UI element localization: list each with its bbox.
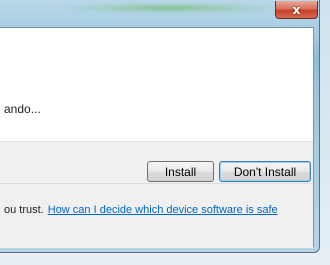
footer-note: ou trust. How can I decide which device s… bbox=[4, 204, 278, 216]
dialog-footer: ou trust. How can I decide which device s… bbox=[0, 183, 313, 248]
button-bar: Install Don't Install bbox=[0, 141, 313, 184]
titlebar-glass-highlight bbox=[60, 2, 280, 14]
help-link[interactable]: How can I decide which device software i… bbox=[48, 204, 278, 216]
message-area: ando... bbox=[0, 28, 313, 141]
close-button[interactable]: x bbox=[275, 1, 318, 19]
dialog-client-area: ando... Install Don't Install ou trust. H… bbox=[0, 27, 314, 248]
footer-text: ou trust. bbox=[4, 204, 44, 216]
desktop-background-bottom bbox=[0, 253, 330, 265]
dont-install-button[interactable]: Don't Install bbox=[219, 161, 311, 182]
desktop-background-right bbox=[320, 0, 330, 265]
install-button[interactable]: Install bbox=[147, 161, 214, 182]
close-icon: x bbox=[292, 2, 301, 17]
message-text: ando... bbox=[4, 102, 41, 116]
install-dialog: x ando... Install Don't Install ou trust… bbox=[0, 0, 320, 253]
